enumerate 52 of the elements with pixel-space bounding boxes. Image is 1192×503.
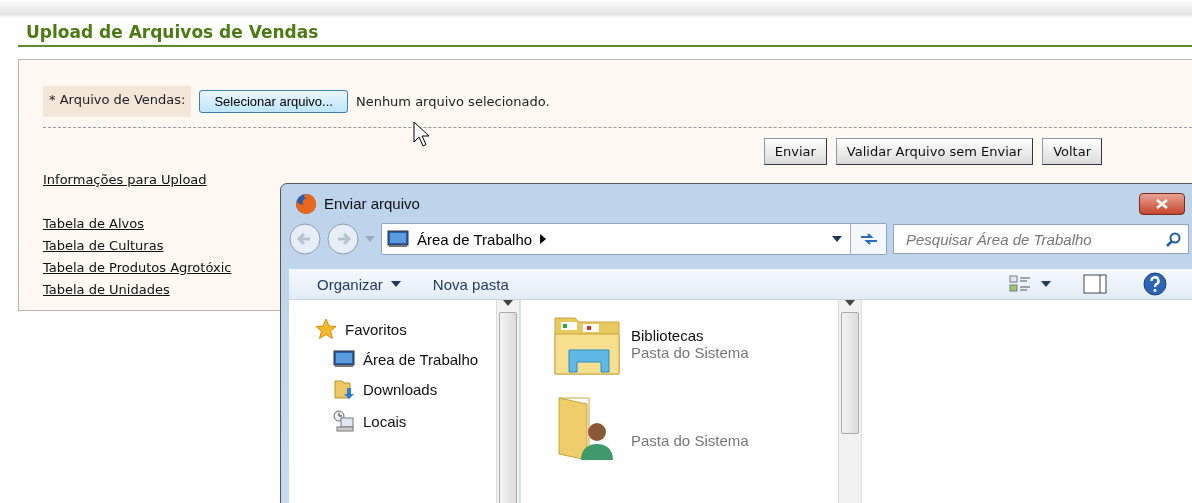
info-link[interactable]: Informações para Upload	[43, 169, 207, 191]
caret-icon	[390, 281, 401, 288]
file-status: Nenhum arquivo selecionado.	[355, 94, 550, 109]
search-field[interactable]: Pesquisar Área de Trabalho	[893, 224, 1189, 255]
folder-item[interactable]: Pasta do Sistema	[553, 394, 838, 464]
nav-scrollbar[interactable]	[496, 300, 520, 503]
nav-label: Área de Trabalho	[363, 350, 479, 368]
select-file-button[interactable]: Selecionar arquivo...	[199, 90, 348, 113]
content-scrollbar[interactable]	[838, 300, 862, 503]
table-link[interactable]: Tabela de Alvos	[43, 213, 145, 235]
nav-label: Favoritos	[345, 320, 407, 338]
nav-item[interactable]: Favoritos	[315, 318, 496, 340]
table-link[interactable]: Tabela de Culturas	[43, 235, 164, 257]
form-button[interactable]: Enviar	[763, 138, 827, 165]
help-icon[interactable]	[1143, 272, 1167, 297]
form-button[interactable]: Validar Arquivo sem Enviar	[835, 138, 1034, 165]
item-type: Pasta do Sistema	[631, 344, 749, 361]
page-title: Upload de Arquivos de Vendas	[18, 18, 1192, 47]
toolbar-button[interactable]: Organizar	[305, 271, 413, 297]
nav-item[interactable]: Locais	[333, 410, 496, 432]
mouse-cursor-icon	[413, 121, 431, 147]
address-bar[interactable]: Área de Trabalho	[381, 223, 887, 256]
table-link[interactable]: Tabela de Unidades	[43, 279, 170, 301]
address-text: Área de Trabalho	[417, 230, 533, 248]
item-name: Bibliotecas	[631, 327, 705, 344]
search-icon	[1165, 232, 1181, 249]
nav-item[interactable]: Downloads	[333, 378, 496, 400]
nav-item[interactable]: Área de Trabalho	[333, 350, 496, 368]
form-button[interactable]: Voltar	[1042, 138, 1102, 165]
download-folder-icon	[333, 378, 355, 400]
toolbar-button[interactable]: Nova pasta	[420, 271, 521, 297]
dialog-title: Enviar arquivo	[324, 195, 420, 213]
item-type: Pasta do Sistema	[631, 431, 749, 449]
close-icon	[1156, 198, 1168, 209]
view-caret-icon	[1041, 281, 1051, 288]
address-caret-icon	[832, 236, 842, 243]
nav-label: Downloads	[363, 380, 438, 398]
refresh-button[interactable]	[850, 224, 886, 255]
close-button[interactable]	[1139, 192, 1185, 215]
nav-label: Locais	[363, 412, 407, 430]
breadcrumb-arrow-icon	[540, 234, 547, 245]
folder-item[interactable]: Bibliotecas Pasta do Sistema	[553, 312, 838, 376]
star-icon	[315, 318, 337, 340]
monitor-icon	[333, 350, 355, 368]
preview-pane-icon[interactable]	[1083, 274, 1107, 295]
file-label: * Arquivo de Vendas:	[43, 86, 192, 117]
monitor-icon	[387, 230, 409, 249]
history-caret-icon	[365, 236, 375, 243]
recent-places-icon	[333, 410, 355, 432]
table-link[interactable]: Tabela de Produtos Agrotóxic	[43, 257, 232, 279]
browser-logo-icon	[295, 192, 317, 215]
view-options-icon[interactable]	[1009, 274, 1033, 295]
